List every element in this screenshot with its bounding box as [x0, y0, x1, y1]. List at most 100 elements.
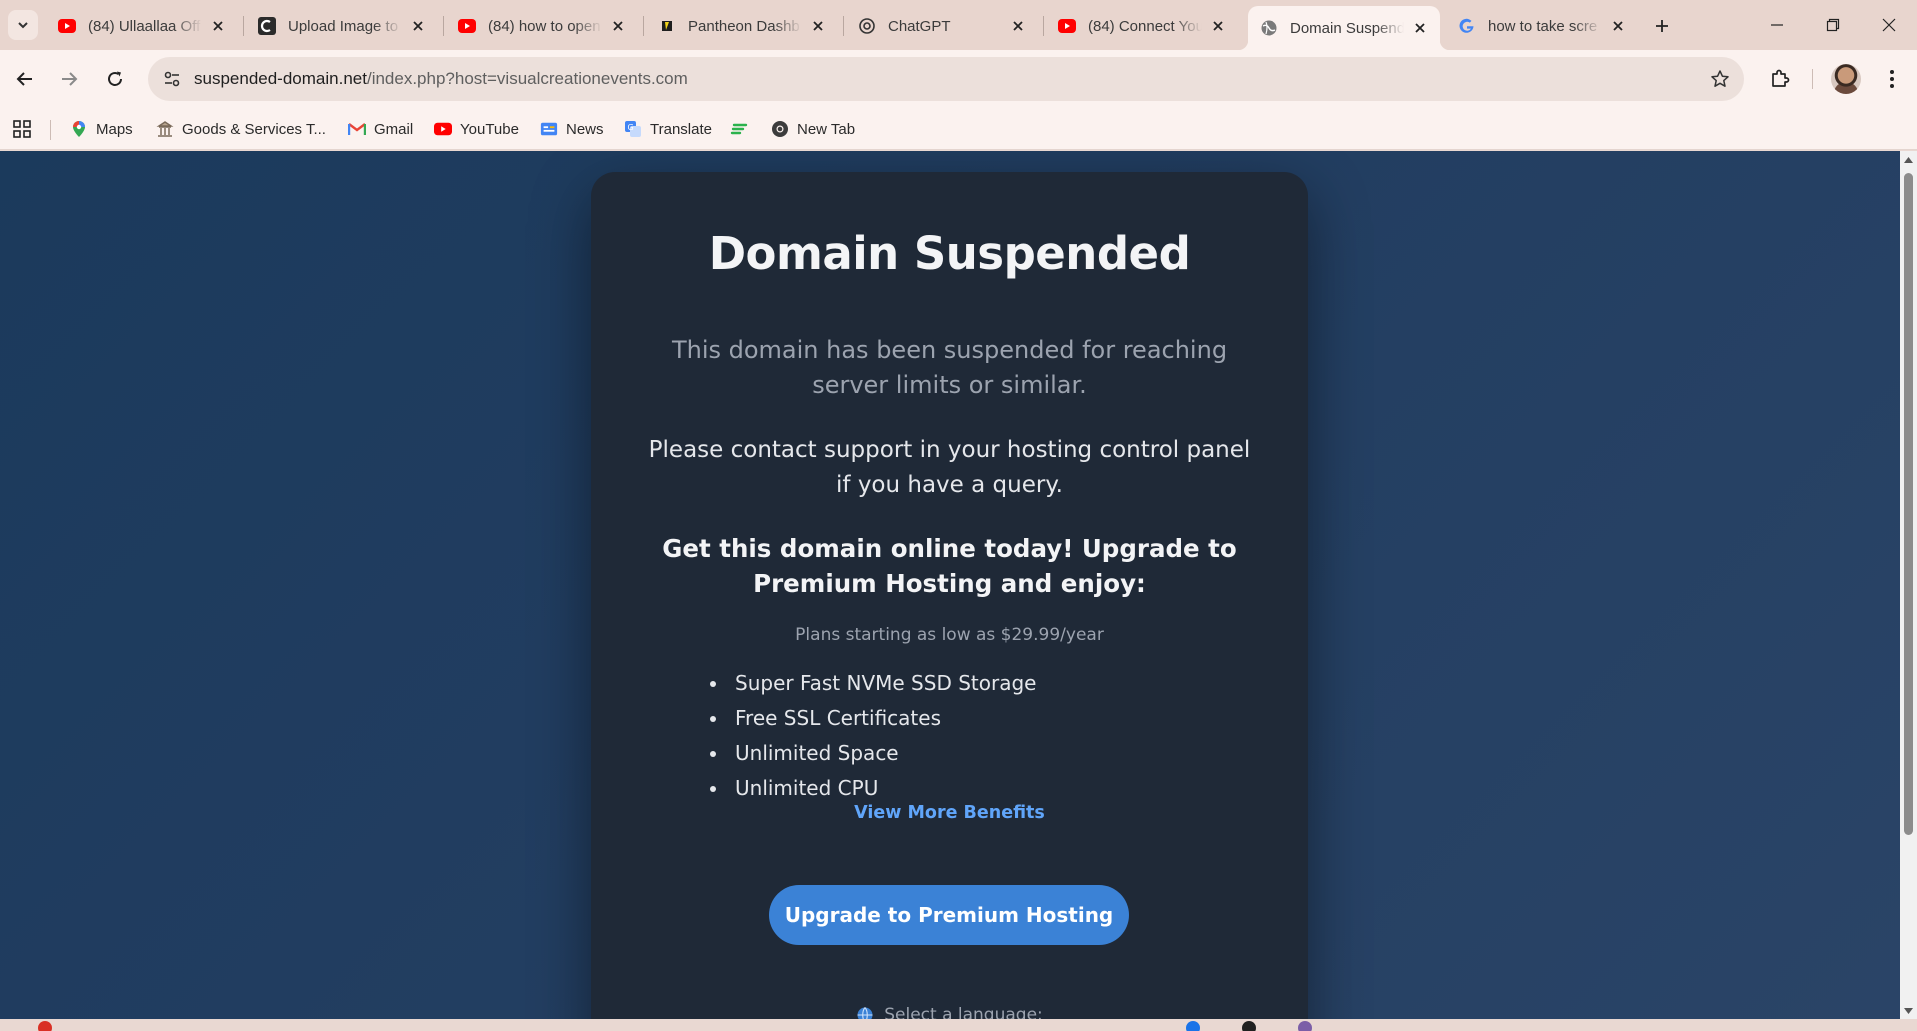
tab-title: ChatGPT — [888, 17, 951, 35]
tab-separator — [643, 16, 644, 36]
tab-title: (84) how to open — [488, 17, 601, 35]
scroll-thumb[interactable] — [1904, 173, 1913, 835]
page-scrollbar[interactable] — [1900, 151, 1917, 1019]
taskbar-peek — [0, 1019, 1917, 1031]
benefit-item: Free SSL Certificates — [708, 701, 1036, 736]
arrow-left-icon — [16, 72, 32, 86]
close-icon[interactable] — [408, 16, 428, 36]
tab-separator — [243, 16, 244, 36]
bookmark-label: News — [566, 120, 604, 138]
extensions-button[interactable] — [1762, 61, 1798, 97]
close-icon[interactable] — [1410, 18, 1430, 38]
price-note: Plans starting as low as $29.99/year — [795, 625, 1104, 645]
suspension-card: Domain Suspended This domain has been su… — [591, 172, 1308, 1019]
close-icon[interactable] — [608, 16, 628, 36]
bookmark-new-tab[interactable]: New Tab — [771, 116, 855, 142]
tab-search-button[interactable] — [8, 10, 38, 40]
toolbar-divider — [1812, 69, 1813, 89]
site-info-button[interactable] — [158, 65, 186, 93]
close-icon[interactable] — [1608, 16, 1628, 36]
close-window-button[interactable] — [1861, 0, 1917, 50]
tab-title: Domain Suspend — [1290, 19, 1404, 37]
tab-title: how to take scre — [1488, 17, 1598, 35]
restore-icon — [1826, 18, 1840, 32]
bookmark-news[interactable]: News — [540, 116, 604, 142]
profile-avatar[interactable] — [1831, 64, 1861, 94]
globe-icon — [1260, 19, 1278, 37]
tab-pantheon[interactable]: Pantheon Dashb — [646, 8, 838, 44]
back-button[interactable] — [7, 61, 43, 97]
tab-domain-suspended[interactable]: Domain Suspend — [1238, 6, 1450, 50]
maps-pin-icon — [70, 120, 88, 138]
bookmark-gst[interactable]: Goods & Services T... — [156, 116, 326, 142]
view-more-benefits-link[interactable]: View More Benefits — [591, 803, 1308, 823]
svg-text:G: G — [628, 123, 634, 132]
bookmark-star-button[interactable] — [1708, 67, 1732, 91]
minimize-icon — [1771, 24, 1783, 26]
tab-strip: (84) Ullaallaa Off Upload Image to (84) … — [0, 0, 1917, 50]
suspension-message: This domain has been suspended for reach… — [671, 336, 1228, 399]
translate-icon: G — [624, 120, 642, 138]
close-icon[interactable] — [1008, 16, 1028, 36]
url-host: suspended-domain.net — [194, 69, 367, 88]
tab-title: (84) Ullaallaa Off — [88, 17, 201, 35]
close-icon[interactable] — [208, 16, 228, 36]
tab-youtube-connect[interactable]: (84) Connect You — [1046, 8, 1238, 44]
bookmark-maps[interactable]: Maps — [70, 116, 133, 142]
bookmark-label: New Tab — [797, 120, 856, 138]
youtube-icon — [58, 17, 76, 35]
tab-upload-image[interactable]: Upload Image to — [246, 8, 438, 44]
youtube-icon — [458, 17, 476, 35]
plus-icon — [1656, 20, 1668, 32]
contact-support-message: Please contact support in your hosting c… — [648, 437, 1251, 498]
google-icon — [1458, 17, 1476, 35]
bookmark-feedly[interactable] — [730, 116, 756, 142]
close-icon — [1882, 18, 1896, 32]
tab-separator — [1043, 16, 1044, 36]
taskbar-app-icon — [1186, 1021, 1200, 1031]
tab-youtube-how-to-open[interactable]: (84) how to open — [446, 8, 638, 44]
pantheon-icon — [658, 17, 676, 35]
youtube-icon — [434, 120, 452, 138]
address-bar[interactable]: suspended-domain.net/index.php?host=visu… — [148, 57, 1744, 101]
tab-title: Pantheon Dashb — [688, 17, 800, 35]
bookmark-separator — [50, 120, 51, 140]
scroll-up-button[interactable] — [1900, 151, 1917, 168]
close-icon[interactable] — [808, 16, 828, 36]
scroll-down-button[interactable] — [1900, 1002, 1917, 1019]
language-label: Select a language: — [884, 1005, 1043, 1019]
page-title: Domain Suspended — [708, 227, 1191, 280]
tab-separator — [443, 16, 444, 36]
tab-separator — [843, 16, 844, 36]
puzzle-icon — [1772, 69, 1790, 87]
minimize-button[interactable] — [1749, 0, 1805, 50]
new-tab-button[interactable] — [1648, 12, 1676, 40]
reload-button[interactable] — [97, 61, 133, 97]
upgrade-premium-button[interactable]: Upgrade to Premium Hosting — [769, 885, 1129, 945]
reload-icon — [108, 71, 122, 86]
bookmark-translate[interactable]: G Translate — [624, 116, 712, 142]
feedly-icon — [730, 120, 748, 138]
taskbar-app-icon — [38, 1021, 52, 1031]
more-vertical-icon — [1890, 70, 1894, 88]
bookmarks-bar: Maps Goods & Services T... Gmail YouTube… — [0, 108, 1917, 150]
bookmark-label: Translate — [650, 120, 712, 138]
forward-button[interactable] — [51, 61, 87, 97]
restore-button[interactable] — [1805, 0, 1861, 50]
youtube-icon — [1058, 17, 1076, 35]
browser-menu-button[interactable] — [1874, 61, 1910, 97]
bookmark-youtube[interactable]: YouTube — [434, 116, 519, 142]
chatgpt-icon — [858, 17, 876, 35]
language-selector[interactable]: Select a language: — [591, 1005, 1308, 1019]
bookmark-label: YouTube — [460, 120, 519, 138]
tab-google-search[interactable]: how to take scre — [1446, 8, 1638, 44]
gst-icon — [156, 120, 174, 138]
url-text[interactable]: suspended-domain.net/index.php?host=visu… — [194, 69, 688, 89]
tab-youtube-ullaallaa[interactable]: (84) Ullaallaa Off — [46, 8, 238, 44]
tab-chatgpt[interactable]: ChatGPT — [846, 8, 1038, 44]
star-icon — [1711, 70, 1729, 87]
triangle-down-icon — [1904, 1007, 1913, 1014]
bookmark-gmail[interactable]: Gmail — [348, 116, 413, 142]
apps-button[interactable] — [10, 117, 34, 141]
close-icon[interactable] — [1208, 16, 1228, 36]
